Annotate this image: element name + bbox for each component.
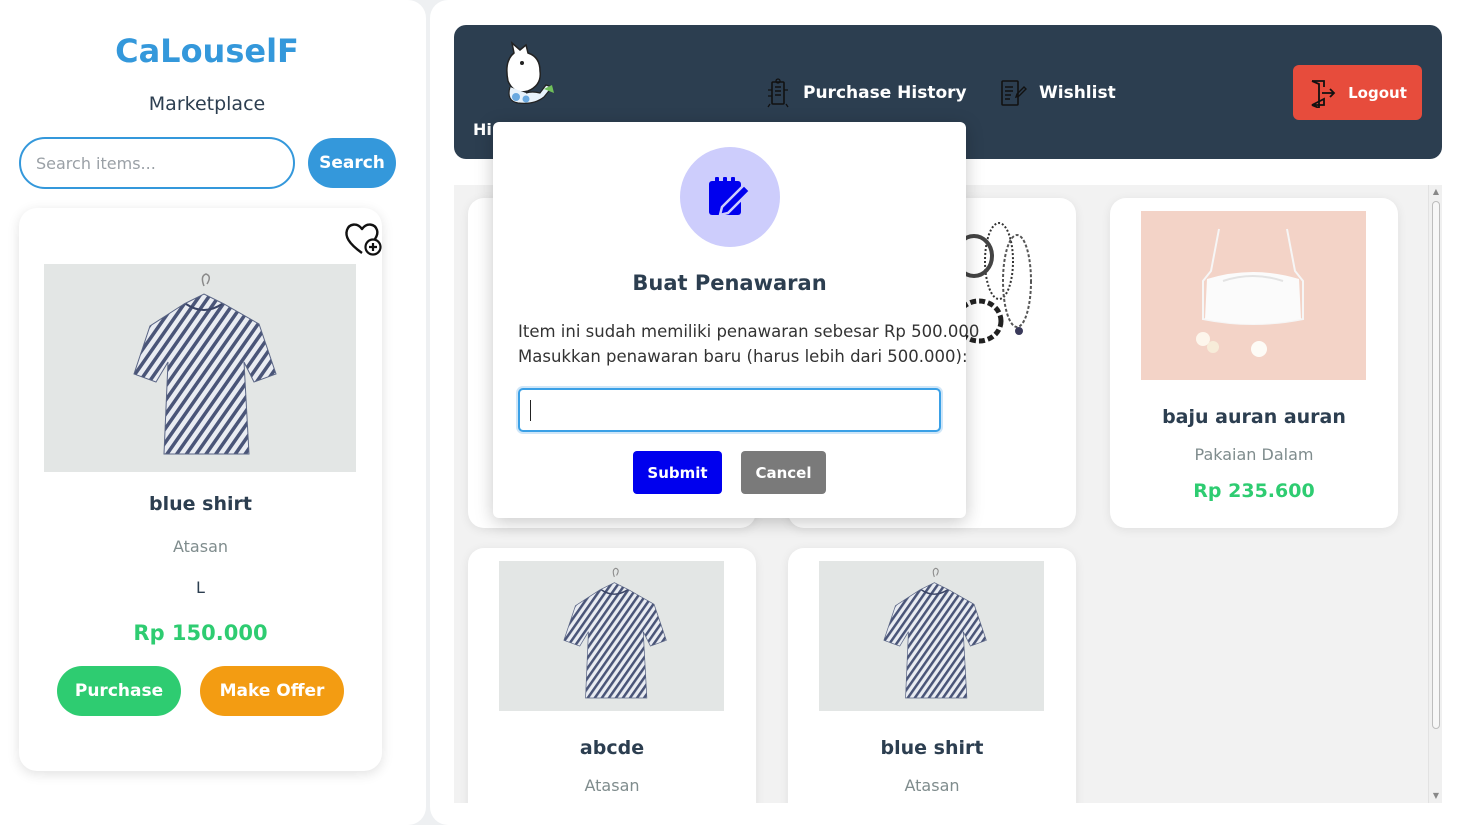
grid-scrollbar[interactable]: ▲ ▼ [1428, 185, 1442, 803]
selected-item-card: blue shirt Atasan L Rp 150.000 Purchase … [19, 208, 382, 771]
product-title: blue shirt [880, 737, 984, 759]
nav-purchase-history-label: Purchase History [803, 83, 967, 103]
purchase-history-icon [767, 78, 789, 108]
product-card[interactable]: baju auran auran Pakaian Dalam Rp 235.60… [1110, 198, 1398, 528]
scroll-down-icon[interactable]: ▼ [1431, 791, 1441, 801]
make-offer-button[interactable]: Make Offer [200, 666, 344, 716]
submit-button[interactable]: Submit [633, 451, 722, 494]
nav-wishlist-label: Wishlist [1039, 83, 1116, 103]
product-image [819, 561, 1044, 711]
product-image [499, 561, 724, 711]
offer-dialog: Buat Penawaran Item ini sudah memiliki p… [493, 122, 979, 518]
wishlist-add-icon[interactable] [344, 220, 384, 258]
logout-icon [1311, 79, 1336, 108]
search-button[interactable]: Search [308, 138, 396, 188]
mascot-logo [496, 40, 558, 107]
selected-item-size: L [196, 578, 205, 597]
greeting-text: Hi [473, 120, 492, 139]
selected-item-category: Atasan [172, 537, 229, 556]
product-category: Pakaian Dalam [1194, 445, 1314, 464]
product-category: Atasan [904, 776, 960, 795]
dialog-message-current-offer: Item ini sudah memiliki penawaran sebesa… [518, 322, 980, 341]
logout-label: Logout [1348, 83, 1407, 102]
brand-title: CaLouselF [115, 32, 299, 70]
product-price: Rp 235.600 [1193, 480, 1315, 502]
search-input[interactable] [19, 137, 295, 189]
nav-wishlist[interactable]: Wishlist [999, 77, 1116, 109]
brand-subtitle: Marketplace [148, 93, 266, 115]
product-card[interactable]: abcde Atasan [468, 548, 756, 803]
product-card[interactable]: blue shirt Atasan [788, 548, 1076, 803]
selected-item-title: blue shirt [149, 493, 252, 515]
purchase-button[interactable]: Purchase [57, 666, 181, 716]
scroll-thumb[interactable] [1432, 201, 1440, 729]
selected-item-price: Rp 150.000 [133, 621, 268, 645]
dialog-title: Buat Penawaran [632, 271, 827, 295]
product-title: baju auran auran [1162, 406, 1346, 428]
offer-amount-input[interactable] [518, 388, 941, 432]
cancel-button[interactable]: Cancel [741, 451, 826, 494]
wishlist-icon [1001, 80, 1027, 106]
selected-item-image [44, 264, 356, 472]
text-caret [530, 400, 531, 421]
nav-purchase-history[interactable]: Purchase History [765, 77, 967, 109]
dialog-message-instruction: Masukkan penawaran baru (harus lebih dar… [518, 347, 968, 366]
sidebar: CaLouselF Marketplace Search blue shirt … [0, 0, 426, 825]
product-title: abcde [579, 737, 645, 759]
scroll-up-icon[interactable]: ▲ [1431, 187, 1441, 197]
edit-offer-icon [680, 147, 780, 247]
product-image [1141, 211, 1366, 380]
logout-button[interactable]: Logout [1293, 65, 1422, 120]
product-category: Atasan [584, 776, 640, 795]
